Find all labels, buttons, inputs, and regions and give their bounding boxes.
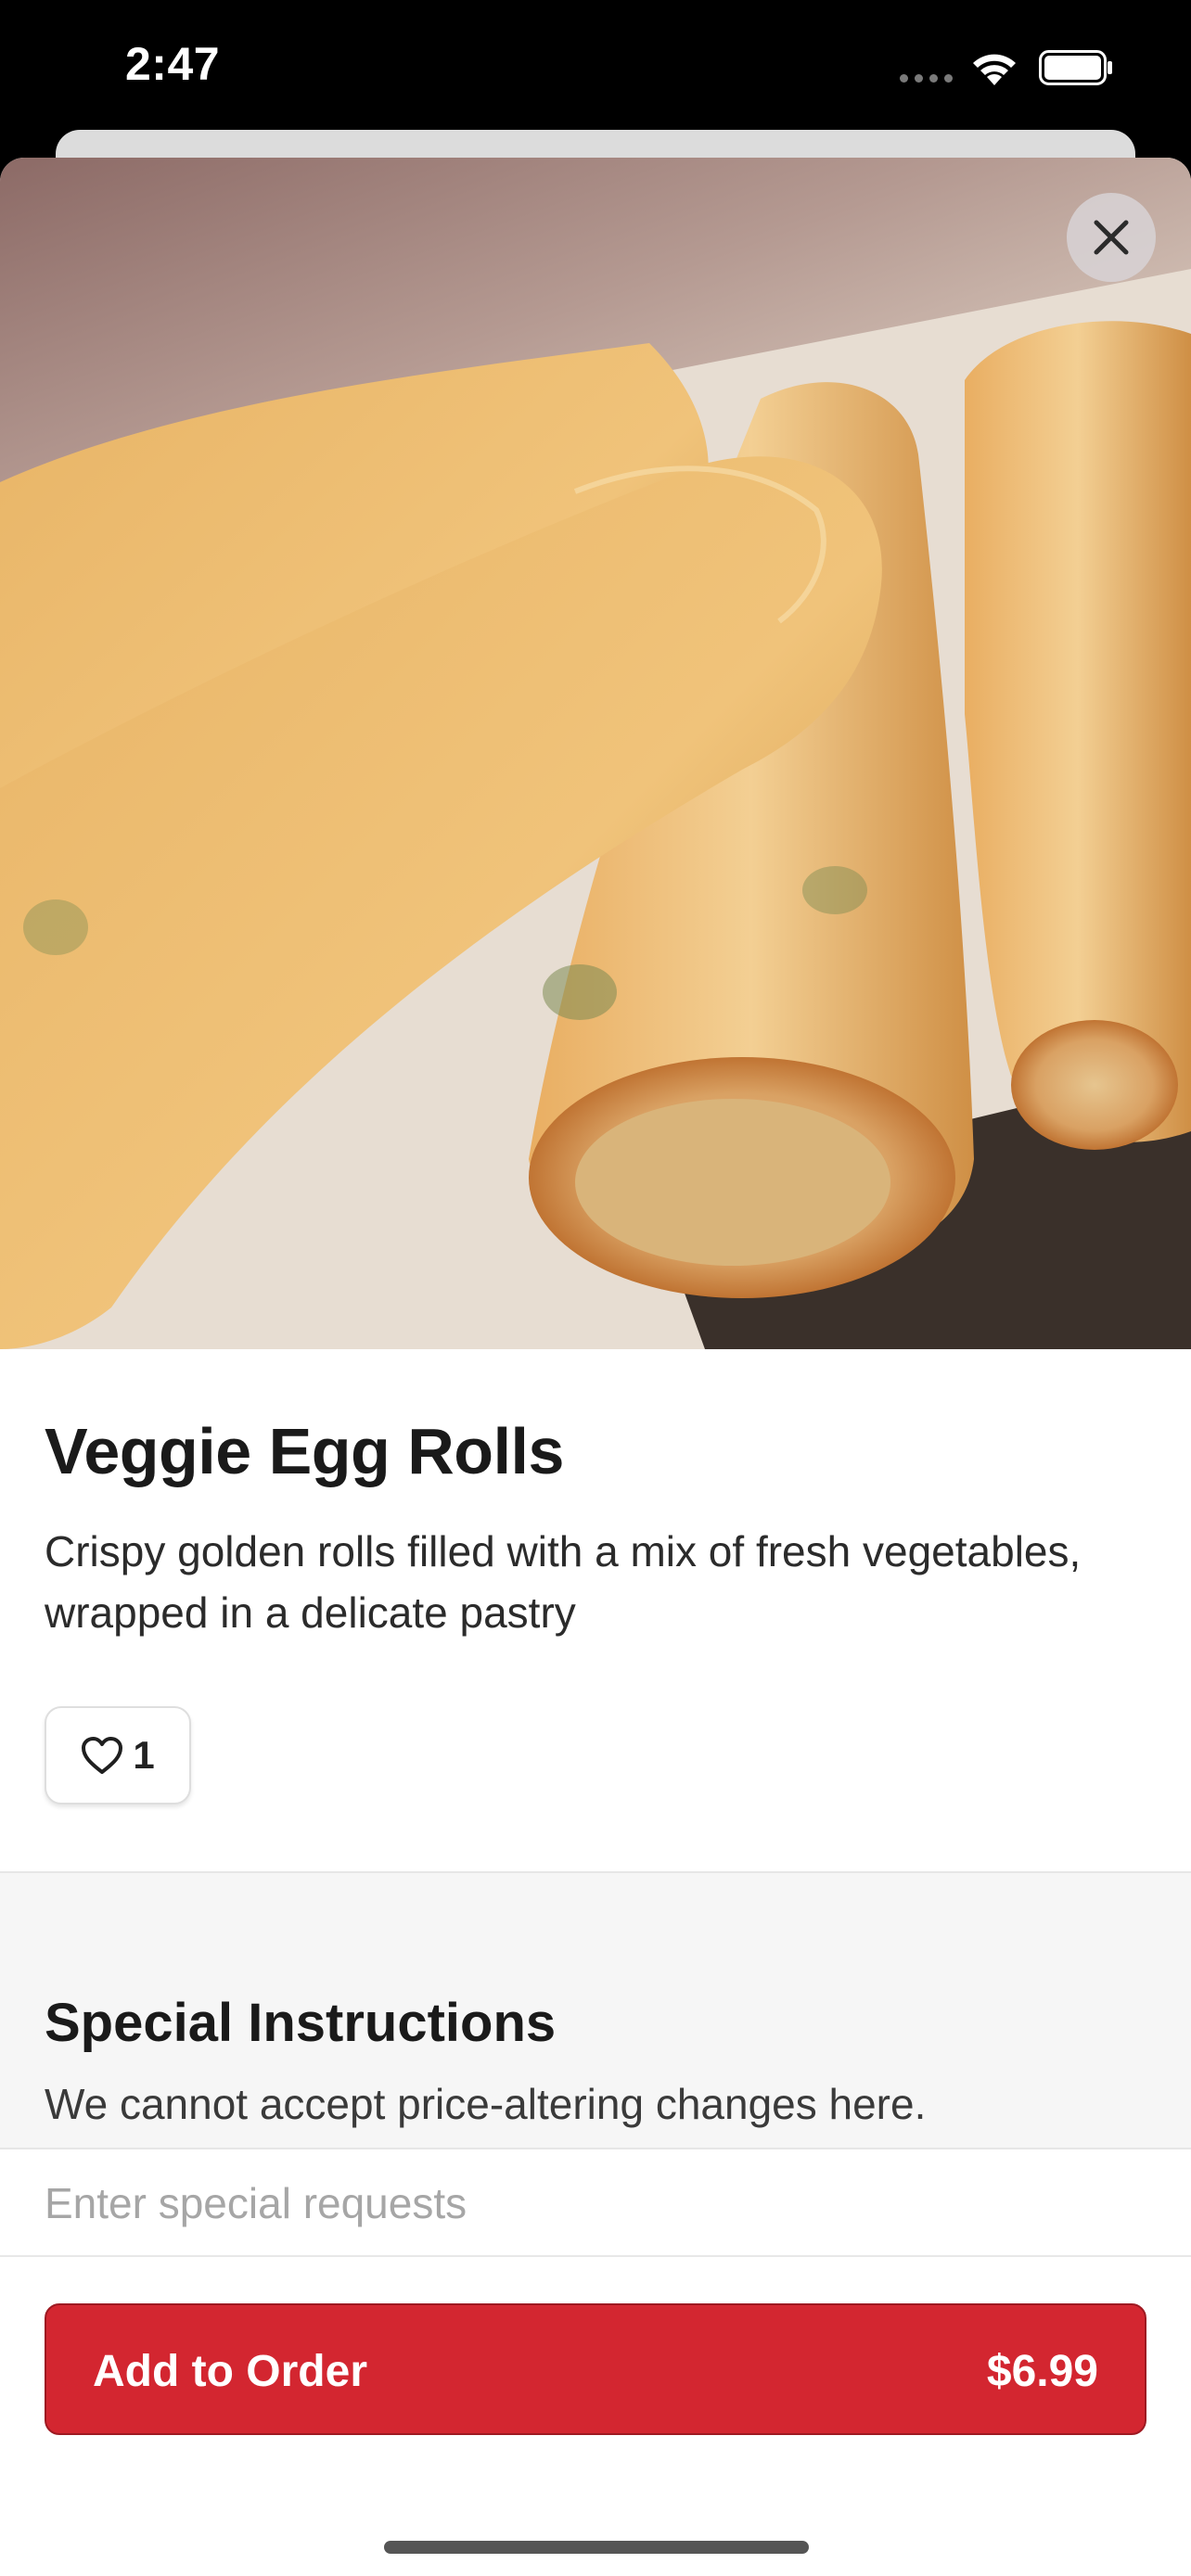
close-icon [1094, 220, 1129, 255]
item-title: Veggie Egg Rolls [45, 1415, 564, 1487]
close-button[interactable] [1067, 193, 1156, 282]
add-to-order-button[interactable]: Add to Order $6.99 [45, 2303, 1146, 2435]
status-bar: 2:47 [0, 0, 1191, 130]
status-time: 2:47 [125, 38, 221, 90]
special-instructions-subtitle: We cannot accept price-altering changes … [45, 2080, 927, 2128]
home-indicator[interactable] [384, 2541, 809, 2554]
cellular-signal-icon [900, 74, 953, 83]
like-count: 1 [133, 1733, 155, 1777]
special-instructions-title: Special Instructions [45, 1993, 557, 2053]
item-detail-sheet: Veggie Egg Rolls Crispy golden rolls fil… [0, 158, 1191, 2576]
add-to-order-label: Add to Order [93, 2347, 367, 2396]
screen: 2:47 Veggie Egg Rolls Crispy golden roll… [0, 0, 1191, 2576]
like-button[interactable]: 1 [45, 1706, 191, 1804]
special-requests-input[interactable] [0, 2151, 1191, 2255]
special-instructions-section: Special Instructions We cannot accept pr… [0, 1871, 1191, 2149]
wifi-icon [973, 54, 1016, 85]
item-description: Crispy golden rolls filled with a mix of… [45, 1527, 1082, 1637]
battery-icon [1039, 50, 1112, 85]
item-price: $6.99 [986, 2347, 1098, 2396]
heart-icon [82, 1737, 123, 1774]
order-footer: Add to Order $6.99 [0, 2255, 1191, 2576]
item-photo [0, 158, 1191, 1349]
